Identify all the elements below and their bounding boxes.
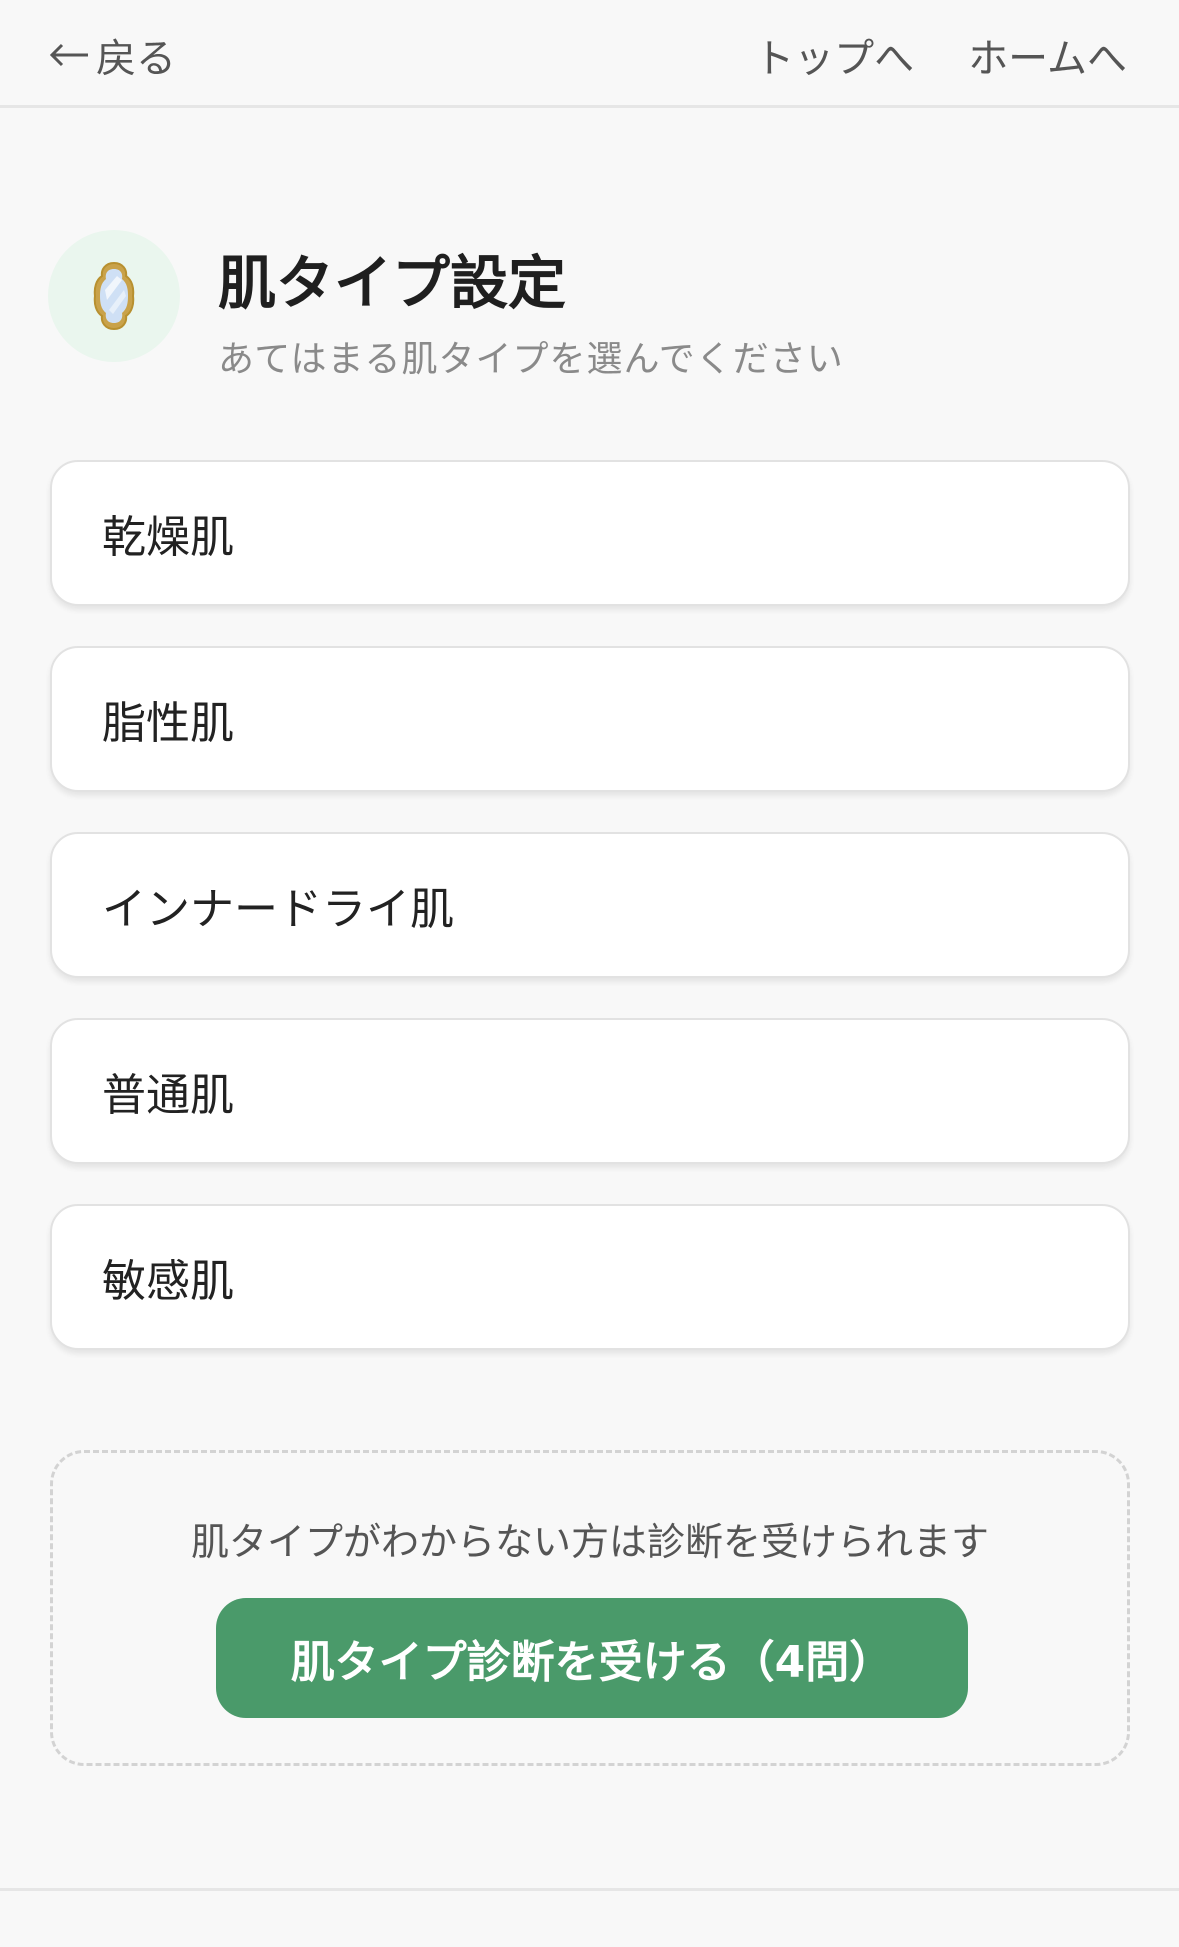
option-label: 乾燥肌 [102, 512, 234, 563]
page-subtitle: あてはまる肌タイプを選んでください [218, 339, 844, 380]
top-link[interactable]: トップへ [754, 26, 914, 84]
back-label: 戻る [96, 36, 176, 82]
option-label: 普通肌 [102, 1070, 234, 1121]
diagnosis-note: 肌タイプがわからない方は診断を受けられます [190, 1520, 989, 1564]
skin-type-option-sensitive[interactable]: 敏感肌 [50, 1204, 1130, 1350]
skin-type-option-normal[interactable]: 普通肌 [50, 1018, 1130, 1164]
skin-type-option-dry[interactable]: 乾燥肌 [50, 460, 1130, 606]
arrow-left-icon [49, 43, 88, 67]
mirror-icon [93, 261, 135, 331]
diagnosis-button-label: 肌タイプ診断を受ける（4問） [290, 1637, 894, 1688]
option-label: 脂性肌 [102, 698, 234, 749]
page-title: 肌タイプ設定 [218, 249, 567, 317]
top-navigation-bar: 戻る トップへ ホームへ [0, 0, 1179, 108]
diagnosis-box: 肌タイプがわからない方は診断を受けられます 肌タイプ診断を受ける（4問） [50, 1450, 1130, 1766]
skin-type-option-oily[interactable]: 脂性肌 [50, 646, 1130, 792]
home-link[interactable]: ホームへ [968, 26, 1127, 84]
option-label: 敏感肌 [102, 1256, 234, 1307]
mirror-badge [48, 230, 180, 362]
start-diagnosis-button[interactable]: 肌タイプ診断を受ける（4問） [216, 1598, 968, 1718]
option-label: インナードライ肌 [102, 884, 454, 935]
skin-type-options: 乾燥肌 脂性肌 インナードライ肌 普通肌 敏感肌 [50, 460, 1130, 1390]
page-heading: 肌タイプ設定 あてはまる肌タイプを選んでください [48, 230, 1128, 380]
skin-type-option-inner-dry[interactable]: インナードライ肌 [50, 832, 1130, 978]
bottom-divider [0, 1888, 1179, 1891]
back-button[interactable]: 戻る [48, 26, 176, 84]
header-links: トップへ ホームへ [754, 26, 1127, 84]
